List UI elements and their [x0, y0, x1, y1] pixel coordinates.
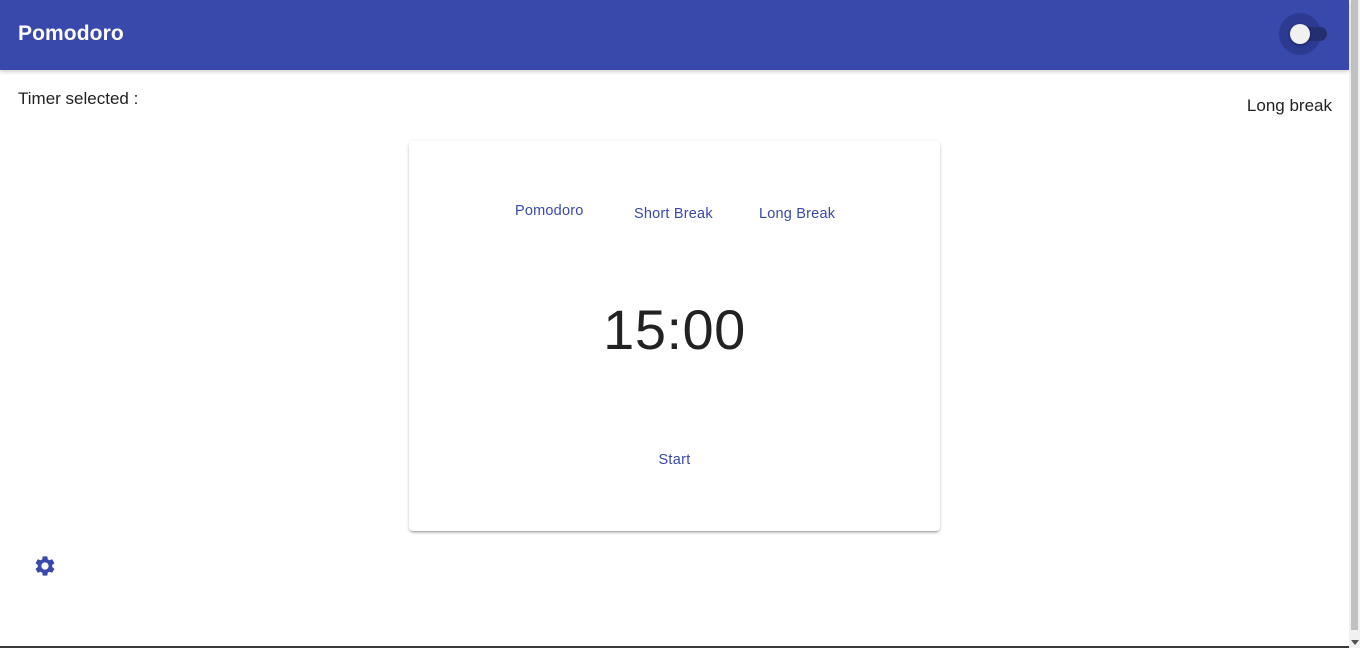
switch-thumb[interactable]	[1290, 24, 1310, 44]
scroll-down-arrow-icon[interactable]	[1351, 640, 1359, 645]
gear-icon	[35, 556, 55, 576]
settings-button[interactable]	[33, 554, 57, 578]
app-bar: Pomodoro	[0, 0, 1349, 70]
theme-toggle-switch[interactable]	[1279, 13, 1327, 55]
timer-card: Pomodoro Short Break Long Break 15:00 St…	[409, 141, 940, 531]
pomodoro-tab-button[interactable]: Pomodoro	[515, 203, 584, 219]
timer-display: 15:00	[603, 298, 746, 361]
timer-selected-label: Timer selected :	[18, 89, 139, 108]
short-break-tab-button[interactable]: Short Break	[634, 206, 713, 222]
app-viewport: Pomodoro Timer selected : Long break Pom…	[0, 0, 1360, 648]
timer-selected-value: Long break	[1246, 96, 1332, 115]
scrollbar-thumb[interactable]	[1351, 0, 1358, 630]
long-break-tab-button[interactable]: Long Break	[759, 206, 835, 222]
vertical-scrollbar[interactable]	[1349, 0, 1360, 648]
start-button[interactable]: Start	[409, 452, 940, 468]
app-title: Pomodoro	[18, 22, 124, 45]
